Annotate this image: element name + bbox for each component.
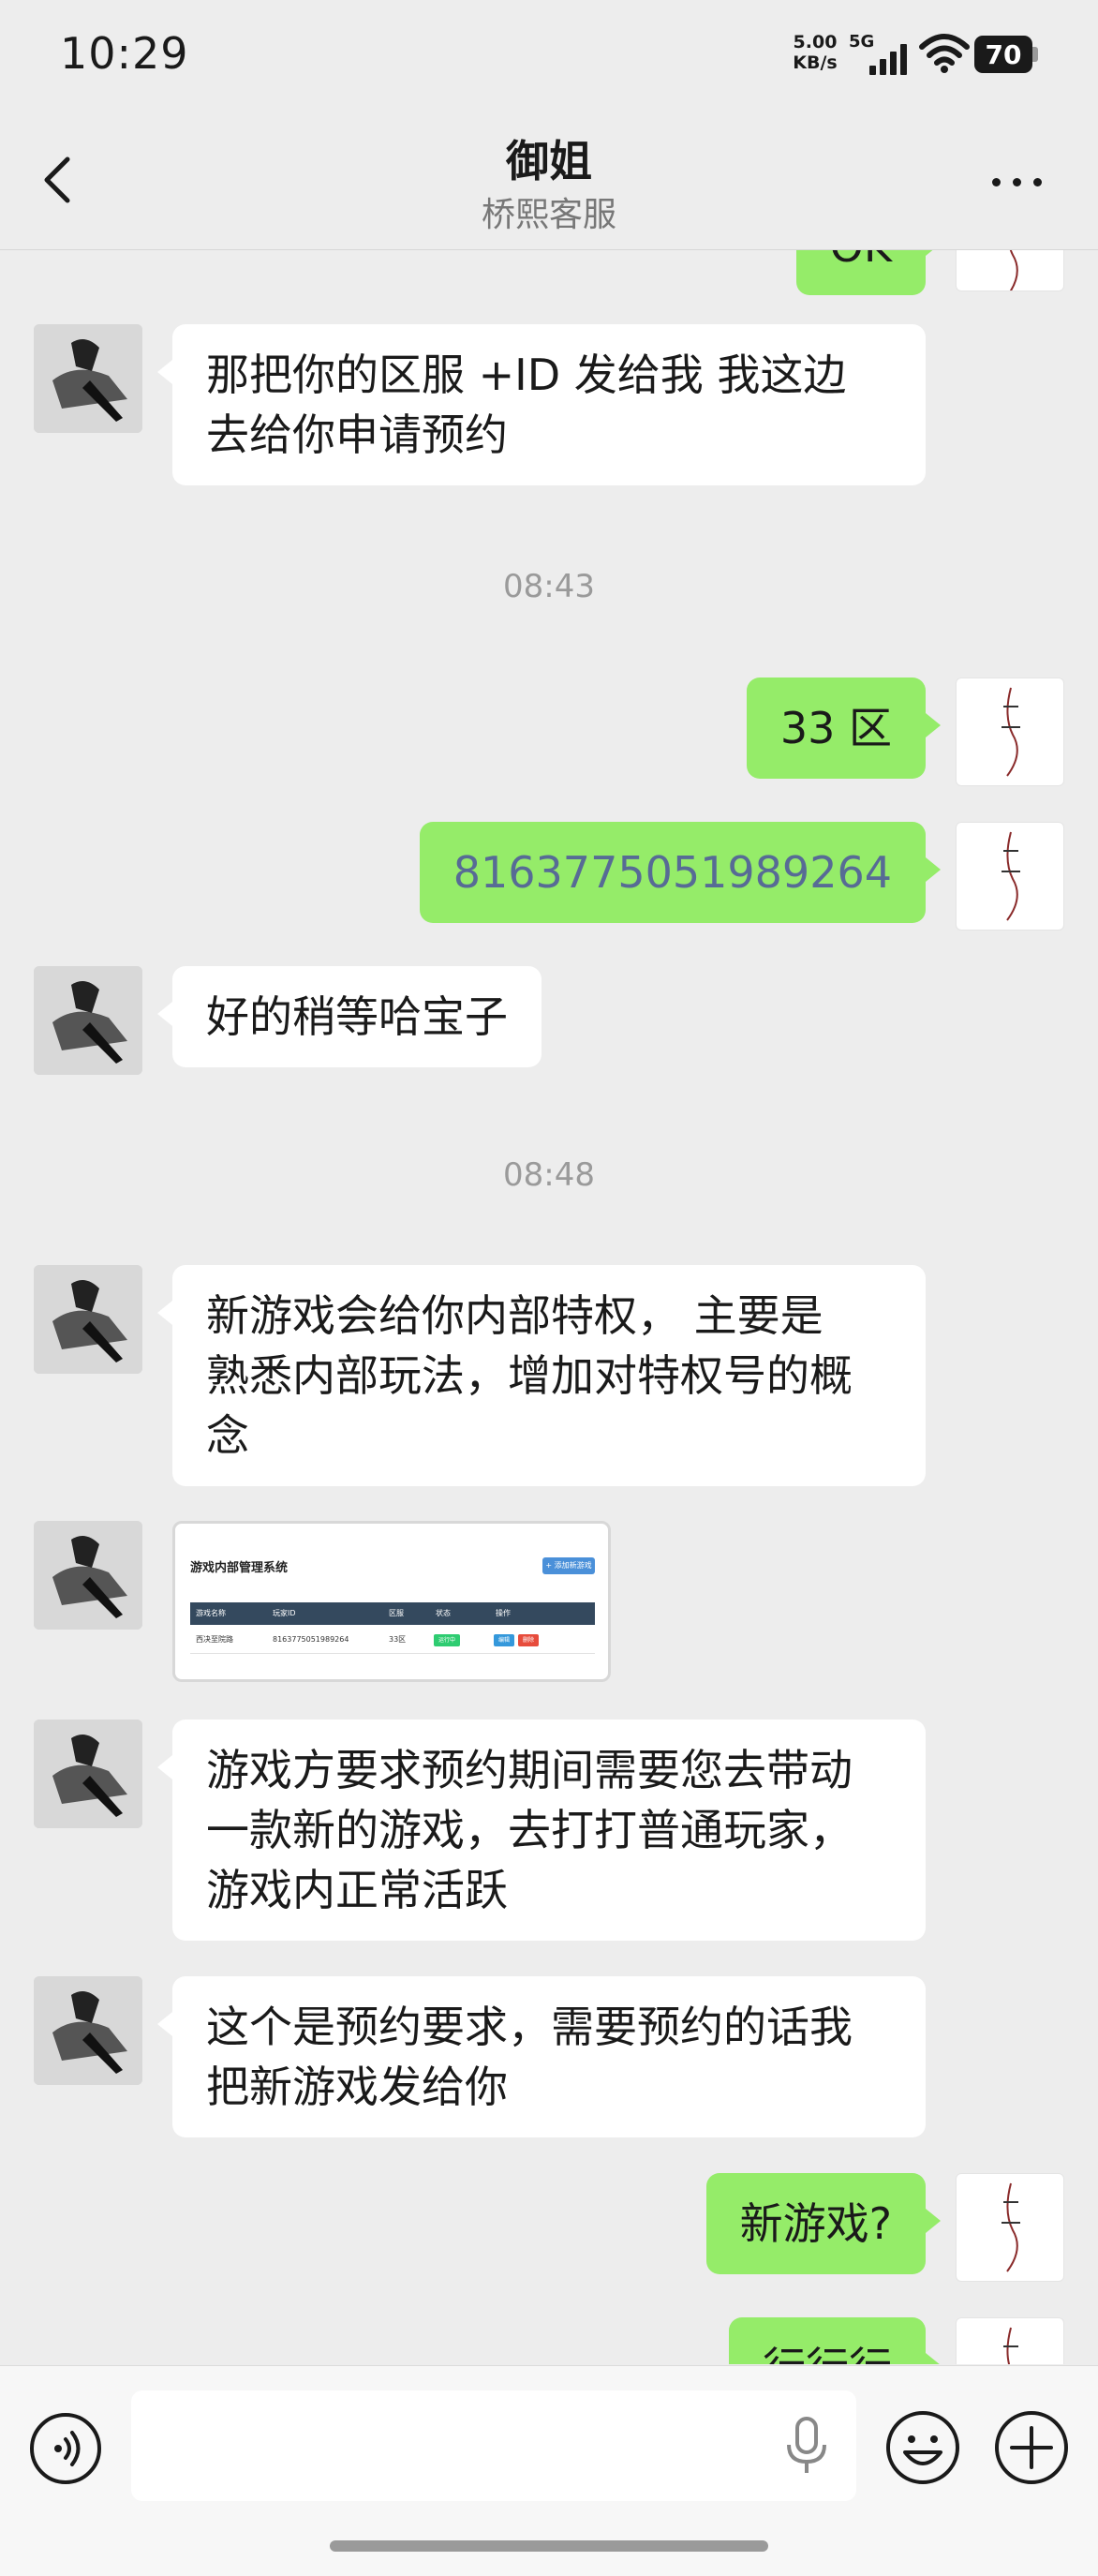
- message-bubble[interactable]: 这个是预约要求，需要预约的话我 把新游戏发给你: [157, 1976, 926, 2137]
- status-time: 10:29: [60, 28, 189, 79]
- image-table-row: 西决至院路 8163775051989264 33区 运行中 编辑 删除: [190, 1627, 595, 1654]
- contact-avatar[interactable]: [34, 966, 142, 1075]
- contact-avatar[interactable]: [34, 324, 142, 433]
- battery-icon: 70: [974, 36, 1032, 73]
- self-avatar[interactable]: [956, 2317, 1064, 2364]
- message-bubble[interactable]: OK: [795, 250, 942, 295]
- chat-title: 御姐: [506, 136, 592, 186]
- message-bubble[interactable]: 游戏方要求预约期间需要您去带动 一款新的游戏，去打打普通玩家， 游戏内正常活跃: [157, 1720, 926, 1941]
- contact-avatar[interactable]: [34, 1976, 142, 2085]
- emoji-icon[interactable]: [884, 2409, 961, 2486]
- network-speed: 5.00 KB/s: [793, 32, 838, 73]
- signal-icon: [869, 41, 909, 75]
- image-title: 游戏内部管理系统: [190, 1561, 289, 1575]
- wifi-icon: [919, 34, 970, 73]
- contact-avatar[interactable]: [34, 1521, 142, 1630]
- message-bubble[interactable]: 行行行: [729, 2317, 941, 2364]
- microphone-icon[interactable]: [783, 2417, 830, 2475]
- chat-header: 御姐 桥熙客服: [0, 112, 1098, 250]
- image-delete-tag: 删除: [518, 1634, 539, 1646]
- image-status-tag: 运行中: [434, 1634, 460, 1646]
- image-edit-tag: 编辑: [494, 1634, 514, 1646]
- battery-tip: [1032, 47, 1038, 62]
- message-bubble[interactable]: 新游戏?: [705, 2173, 942, 2274]
- message-bubble[interactable]: 那把你的区服 +ID 发给我 我这边 去给你申请预约: [157, 324, 926, 485]
- plus-icon[interactable]: [993, 2409, 1070, 2486]
- timestamp: 08:43: [503, 568, 595, 605]
- message-bubble[interactable]: 33 区: [746, 678, 942, 779]
- input-bar: [0, 2365, 1098, 2576]
- home-indicator[interactable]: [330, 2540, 768, 2552]
- more-options-icon[interactable]: [988, 164, 1046, 198]
- self-avatar[interactable]: [956, 822, 1064, 931]
- message-bubble[interactable]: 新游戏会给你内部特权， 主要是 熟悉内部玩法，增加对特权号的概 念: [157, 1265, 926, 1486]
- message-input[interactable]: [131, 2390, 856, 2501]
- contact-avatar[interactable]: [34, 1720, 142, 1828]
- voice-toggle-icon[interactable]: [28, 2411, 103, 2486]
- image-message[interactable]: 游戏内部管理系统 + 添加新游戏 游戏名称 玩家ID 区服 状态 操作 西决至院…: [172, 1521, 611, 1682]
- chat-area[interactable]: OK 那把你的区服 +ID 发给我 我这边 去给你申请预约 08:43 33 区…: [0, 250, 1098, 2364]
- contact-avatar[interactable]: [34, 1265, 142, 1374]
- message-bubble-number[interactable]: 8163775051989264: [419, 822, 942, 923]
- self-avatar[interactable]: [956, 678, 1064, 786]
- timestamp: 08:48: [503, 1156, 595, 1194]
- message-bubble[interactable]: 好的稍等哈宝子: [157, 966, 542, 1067]
- status-bar: 10:29 5.00 KB/s 5G 70: [0, 0, 1098, 112]
- self-avatar[interactable]: [956, 250, 1064, 291]
- image-add-button: + 添加新游戏: [542, 1557, 595, 1574]
- self-avatar[interactable]: [956, 2173, 1064, 2282]
- image-table-header: 游戏名称 玩家ID 区服 状态 操作: [190, 1602, 595, 1625]
- chat-subtitle: 桥熙客服: [481, 196, 616, 234]
